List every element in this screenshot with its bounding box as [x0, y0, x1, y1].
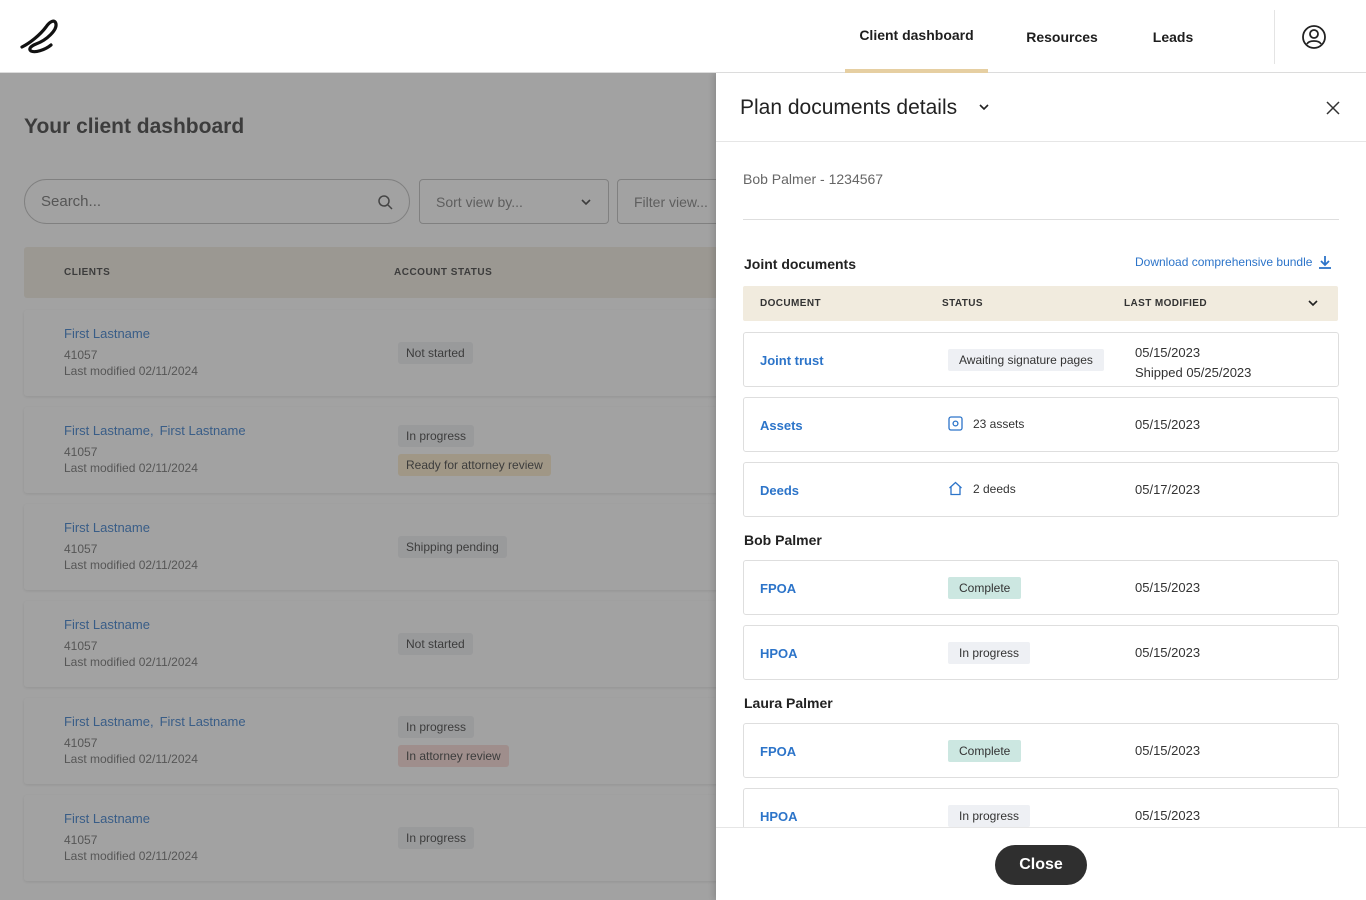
document-link[interactable]: Joint trust	[760, 353, 824, 368]
document-link[interactable]: HPOA	[760, 809, 798, 824]
user-account-icon[interactable]	[1301, 24, 1327, 50]
status-badge: In progress	[948, 805, 1031, 827]
last-modified-date: 05/15/2023	[1135, 808, 1201, 823]
document-row-joint-trust[interactable]: Joint trust Awaiting signature pages 05/…	[743, 332, 1339, 387]
document-row-hpoa[interactable]: HPOA In progress 05/15/2023	[743, 625, 1339, 680]
column-last-modified: LAST MODIFIED	[1124, 298, 1207, 309]
last-modified-date: 05/15/2023	[1135, 645, 1201, 660]
document-link[interactable]: FPOA	[760, 581, 796, 596]
document-row-assets[interactable]: Assets 23 assets 05/15/2023	[743, 397, 1339, 452]
status-badge: Complete	[948, 740, 1022, 762]
document-link[interactable]: Assets	[760, 418, 803, 433]
client-identifier: Bob Palmer - 1234567	[743, 171, 884, 187]
nav-leads[interactable]: Leads	[1145, 0, 1201, 73]
nav-divider	[1274, 10, 1275, 64]
plan-documents-drawer: Plan documents details Bob Palmer - 1234…	[716, 73, 1366, 900]
divider	[743, 219, 1339, 220]
top-navigation: Client dashboard Resources Leads	[0, 0, 1366, 73]
column-status: STATUS	[942, 298, 983, 309]
download-bundle-label: Download comprehensive bundle	[1135, 255, 1313, 269]
last-modified-date: 05/15/2023	[1135, 417, 1201, 432]
document-dates: 05/15/2023 Shipped 05/25/2023	[1135, 343, 1251, 383]
document-row-hpoa[interactable]: HPOA In progress 05/15/2023	[743, 788, 1339, 827]
last-modified-date: 05/17/2023	[1135, 482, 1201, 497]
last-modified-date: 05/15/2023	[1135, 345, 1201, 360]
document-link[interactable]: Deeds	[760, 483, 799, 498]
shipped-date: Shipped 05/25/2023	[1135, 365, 1252, 380]
brand-logo-icon[interactable]	[18, 16, 60, 56]
document-row-deeds[interactable]: Deeds 2 deeds 05/17/2023	[743, 462, 1339, 517]
document-row-fpoa[interactable]: FPOA Complete 05/15/2023	[743, 560, 1339, 615]
drawer-scroll-area[interactable]: Plan documents details Bob Palmer - 1234…	[716, 73, 1366, 827]
assets-count-label: 23 assets	[973, 416, 1025, 431]
documents-table-header: DOCUMENT STATUS LAST MODIFIED	[743, 286, 1338, 321]
status-badge: Complete	[948, 577, 1022, 599]
download-icon	[1319, 256, 1332, 269]
nav-resources[interactable]: Resources	[1018, 0, 1106, 73]
section-title-bob-palmer: Bob Palmer	[744, 532, 822, 548]
nav-client-dashboard[interactable]: Client dashboard	[845, 0, 988, 73]
status-badge: Awaiting signature pages	[948, 349, 1104, 371]
drawer-header: Plan documents details	[716, 73, 1366, 142]
close-icon[interactable]	[1324, 99, 1342, 117]
download-bundle-link[interactable]: Download comprehensive bundle	[1135, 255, 1332, 269]
close-button[interactable]: Close	[995, 845, 1087, 885]
status-badge: In progress	[948, 642, 1031, 664]
last-modified-date: 05/15/2023	[1135, 580, 1201, 595]
deeds-count: 2 deeds	[948, 481, 1016, 496]
chevron-down-icon[interactable]	[1306, 296, 1320, 310]
assets-count: 23 assets	[948, 416, 1024, 431]
column-document: DOCUMENT	[760, 298, 821, 309]
last-modified-date: 05/15/2023	[1135, 743, 1201, 758]
deeds-count-label: 2 deeds	[973, 481, 1016, 496]
house-icon	[949, 481, 962, 496]
asset-icon	[948, 416, 963, 431]
document-link[interactable]: FPOA	[760, 744, 796, 759]
drawer-footer: Close	[716, 827, 1366, 900]
document-link[interactable]: HPOA	[760, 646, 798, 661]
chevron-down-icon[interactable]	[977, 100, 991, 114]
section-title-joint-documents: Joint documents	[744, 256, 857, 272]
section-title-laura-palmer: Laura Palmer	[744, 695, 833, 711]
drawer-title: Plan documents details	[740, 96, 958, 119]
document-row-fpoa[interactable]: FPOA Complete 05/15/2023	[743, 723, 1339, 778]
